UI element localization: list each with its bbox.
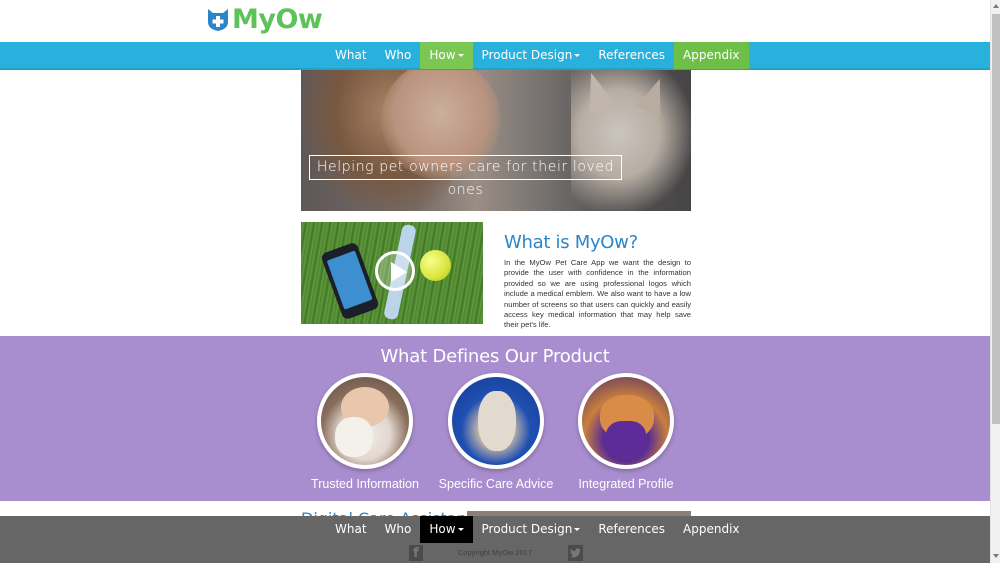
top-navbar: What Who How Product Design References A… [0,42,990,70]
nav-how-label: How [429,48,456,62]
video-phone [320,241,380,321]
footer-nav-what[interactable]: What [326,516,376,543]
feature-label: Trusted Information [311,477,419,491]
video-tennis-ball [420,250,451,281]
footer-nav-appendix[interactable]: Appendix [674,516,748,543]
caret-down-icon [457,528,464,531]
cat-cross-shield-icon [208,9,228,31]
twitter-icon[interactable] [568,545,583,561]
nav-who[interactable]: Who [376,42,421,69]
play-icon[interactable] [375,251,415,291]
logo-bar: MyOw [0,0,990,43]
feature-label: Specific Care Advice [438,477,554,491]
footer-nav-references[interactable]: References [589,516,674,543]
feature-image-cat [578,373,674,469]
footer-nav-references-label: References [598,522,666,536]
scroll-up-icon[interactable] [993,4,999,8]
nav-product-design[interactable]: Product Design [473,42,590,69]
footer: What Who How Product Design References A… [0,516,990,563]
footer-nav-who[interactable]: Who [376,516,421,543]
nav-product-design-label: Product Design [481,48,573,62]
nav-references-label: References [598,48,666,62]
video-phone-screen [326,250,373,310]
what-description: In the MyOw Pet Care App we want the des… [504,258,691,330]
footer-nav: What Who How Product Design References A… [326,516,749,543]
footer-nav-how[interactable]: How [420,516,473,543]
vet-dog [335,417,373,457]
nav-appendix[interactable]: Appendix [674,42,749,69]
hero-caption: Helping pet owners care for their loved … [309,155,622,198]
nav-appendix-label: Appendix [683,48,740,62]
feature-trusted-information[interactable]: Trusted Information [295,373,435,491]
scroll-down-icon[interactable] [993,554,999,558]
feature-specific-care-advice[interactable]: Specific Care Advice [426,373,566,491]
brand-name: MyOw [232,4,323,35]
twitter-bird-glyph [570,548,581,558]
nav-who-label: Who [384,48,412,62]
caret-down-icon [574,528,581,531]
footer-nav-product-design[interactable]: Product Design [473,516,590,543]
brand-logo[interactable]: MyOw [207,4,323,35]
nav-what[interactable]: What [326,42,376,69]
nav-how[interactable]: How [420,42,473,69]
caret-down-icon [457,54,464,57]
feature-integrated-profile[interactable]: Integrated Profile [556,373,696,491]
cat-mask [606,421,646,455]
footer-social: f Copyright MyOw 2017 [0,545,990,563]
hero-overlay [301,70,691,211]
play-triangle [391,262,407,282]
feature-image-dog [448,373,544,469]
feature-label: Integrated Profile [578,477,674,491]
page: MyOw What Who How Product Design Referen… [0,0,1000,563]
scroll-thumb[interactable] [992,14,1000,424]
footer-nav-who-label: Who [384,522,412,536]
copyright-text: Copyright MyOw 2017 [457,548,533,557]
product-section: What Defines Our Product Trusted Informa… [0,336,990,501]
caret-down-icon [574,54,581,57]
page-scrollbar[interactable] [990,0,1000,563]
small-dog [478,391,516,451]
feature-image-vet [317,373,413,469]
footer-nav-how-label: How [429,522,456,536]
footer-nav-what-label: What [335,522,367,536]
footer-nav-product-design-label: Product Design [481,522,573,536]
what-title: What is MyOw? [504,232,638,253]
footer-nav-appendix-label: Appendix [683,522,740,536]
intro-video[interactable] [301,222,483,324]
hero-banner: Helping pet owners care for their loved … [301,70,691,211]
nav-what-label: What [335,48,367,62]
product-title: What Defines Our Product [380,346,610,367]
nav-references[interactable]: References [589,42,674,69]
top-nav: What Who How Product Design References A… [326,42,749,69]
